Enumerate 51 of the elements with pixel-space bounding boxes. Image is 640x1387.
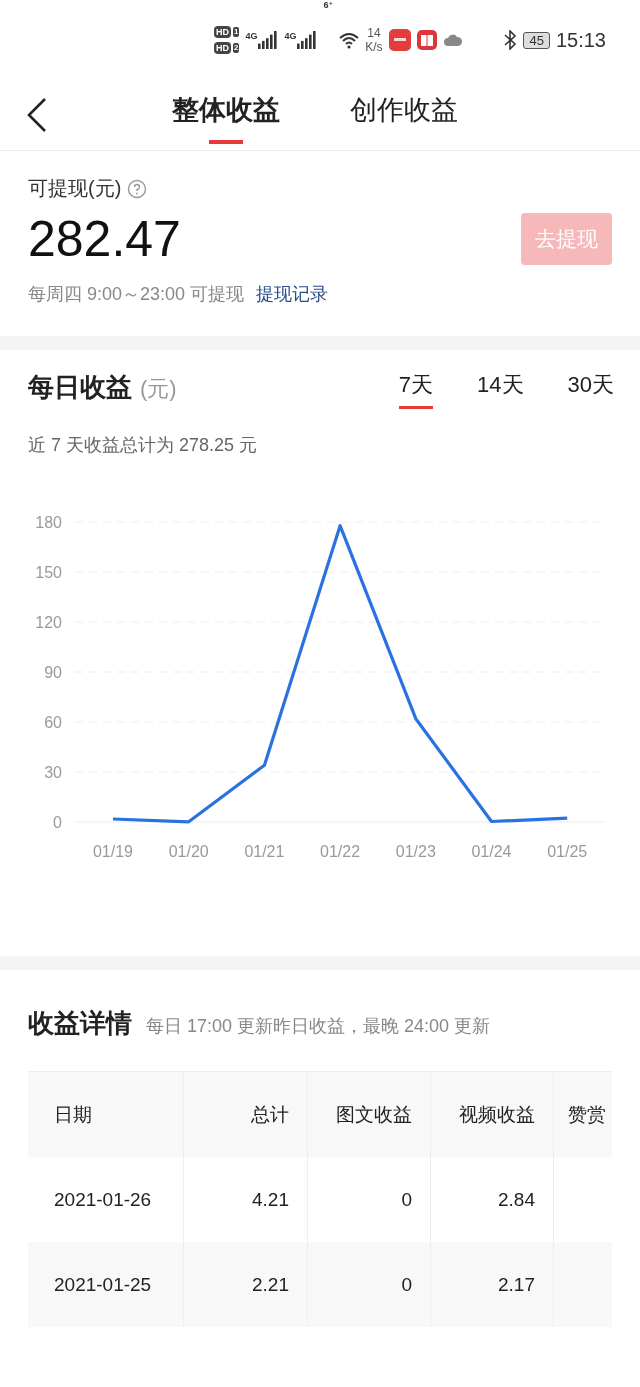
wifi-label: 6⁺	[323, 0, 334, 10]
table-cell: 2021-01-25	[28, 1242, 184, 1327]
tab[interactable]: 创作收益	[350, 86, 458, 144]
period-tab[interactable]: 30天	[567, 366, 614, 409]
network-type: 4G	[284, 31, 297, 41]
y-tick-label: 90	[44, 664, 62, 681]
x-tick-label: 01/22	[320, 843, 361, 860]
sim-indicator: HD 1	[214, 26, 240, 38]
period-tab[interactable]: 14天	[477, 366, 524, 409]
balance-label: 可提现(元)	[28, 176, 122, 201]
x-tick-label: 01/20	[168, 843, 209, 860]
x-tick-label: 01/19	[93, 843, 133, 860]
network-speed-unit: K/s	[365, 40, 383, 54]
battery-icon: 45	[523, 31, 550, 49]
y-tick-label: 120	[35, 614, 62, 631]
y-tick-label: 30	[44, 764, 62, 781]
signal-icon	[297, 31, 318, 49]
x-tick-label: 01/24	[471, 843, 512, 860]
network-speed: 14	[367, 26, 381, 40]
back-icon[interactable]	[26, 97, 48, 133]
clock: 15:13	[555, 28, 606, 52]
table-cell: 2.17	[431, 1242, 554, 1327]
y-tick-label: 60	[44, 714, 62, 731]
help-icon[interactable]	[127, 178, 148, 199]
balance-amount: 282.47	[28, 210, 181, 268]
y-tick-label: 180	[35, 514, 62, 531]
withdraw-record-link[interactable]: 提现记录	[256, 282, 329, 306]
summary-text: 近 7 天收益总计为 278.25 元	[27, 434, 259, 457]
cloud-icon	[442, 33, 463, 47]
column-header: 赞赏	[567, 1102, 607, 1127]
section-title: 每日收益	[28, 371, 132, 404]
book-icon	[416, 30, 437, 50]
tab[interactable]: 整体收益	[172, 86, 280, 144]
period-tab[interactable]: 7天	[398, 366, 434, 409]
y-tick-label: 150	[35, 564, 62, 581]
x-tick-label: 01/25	[547, 843, 588, 860]
withdraw-schedule: 每周四 9:00～23:00 可提现	[28, 283, 245, 306]
table-cell: 2.21	[184, 1242, 308, 1327]
bluetooth-icon	[503, 30, 518, 50]
x-tick-label: 01/23	[395, 843, 436, 860]
signal-icon	[258, 31, 279, 49]
section-title: 收益详情	[28, 1007, 132, 1040]
table-cell: 0	[308, 1242, 431, 1327]
update-note: 每日 17:00 更新昨日收益，最晚 24:00 更新	[146, 1015, 491, 1038]
unit-label: (元)	[140, 375, 177, 403]
wifi-icon	[339, 31, 360, 49]
y-tick-label: 0	[53, 814, 62, 831]
app-notification-icon	[388, 29, 411, 51]
x-tick-label: 01/21	[244, 843, 285, 860]
network-type: 4G	[245, 31, 258, 41]
sim-indicator: HD 2	[214, 42, 240, 54]
